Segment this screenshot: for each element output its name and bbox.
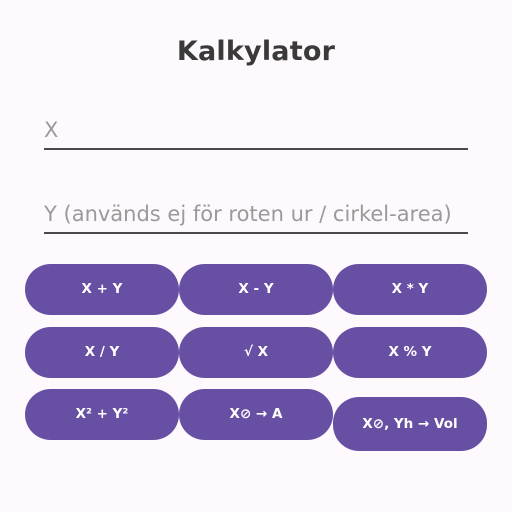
y-input[interactable] bbox=[44, 202, 468, 232]
multiply-button[interactable]: X * Y bbox=[333, 264, 487, 315]
divide-button[interactable]: X / Y bbox=[25, 327, 179, 378]
app-title: Kalkylator bbox=[176, 36, 336, 67]
subtract-button[interactable]: X - Y bbox=[179, 264, 333, 315]
cylinder-volume-button[interactable]: X⊘, Yh → Vol bbox=[333, 397, 487, 451]
x-input[interactable] bbox=[44, 118, 468, 148]
add-button[interactable]: X + Y bbox=[25, 264, 179, 315]
sum-of-squares-button[interactable]: X² + Y² bbox=[25, 389, 179, 440]
circle-area-button[interactable]: X⊘ → A bbox=[179, 389, 333, 440]
x-field[interactable] bbox=[44, 118, 468, 150]
modulo-button[interactable]: X % Y bbox=[333, 327, 487, 378]
y-field[interactable] bbox=[44, 202, 468, 234]
sqrt-button[interactable]: √ X bbox=[179, 327, 333, 378]
